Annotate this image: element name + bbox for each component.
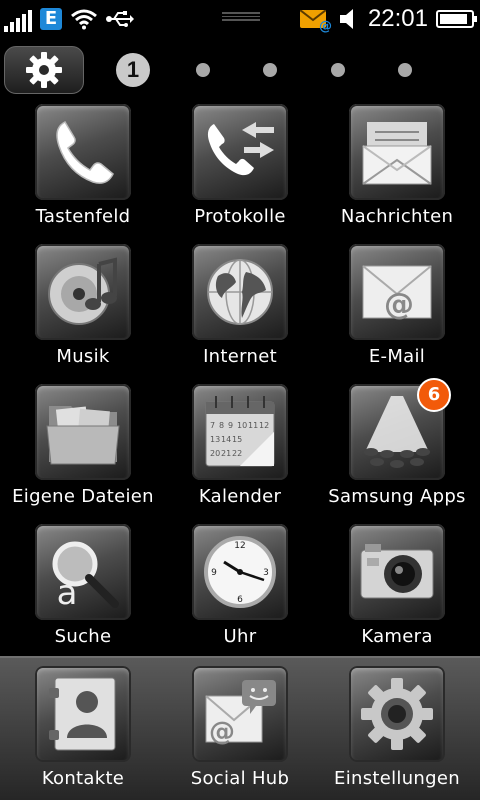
svg-text:3: 3: [263, 568, 269, 578]
app-protokolle[interactable]: Protokolle: [160, 104, 320, 227]
camera-icon: [360, 544, 434, 599]
svg-text:@: @: [384, 287, 414, 322]
svg-text:10: 10: [237, 421, 247, 430]
app-label: E-Mail: [368, 346, 426, 367]
clock-icon: 12 3 6 9: [204, 536, 276, 608]
svg-text:7: 7: [210, 421, 215, 430]
svg-text:12: 12: [234, 541, 245, 551]
svg-text:8: 8: [219, 421, 224, 430]
email-notification-icon: @: [299, 8, 332, 34]
page-indicator-dot[interactable]: [331, 63, 345, 77]
email-icon: @: [362, 265, 432, 322]
app-kalender[interactable]: 789 10 11 12 13 14 15 20 21 22 Kalender: [160, 384, 320, 507]
page-indicator-dot[interactable]: [196, 63, 210, 77]
svg-text:a: a: [57, 573, 78, 612]
globe-icon: [207, 259, 273, 325]
svg-text:9: 9: [211, 568, 217, 578]
social-hub-icon: @: [205, 680, 276, 747]
notification-drag-handle[interactable]: [222, 12, 260, 21]
app-label: Samsung Apps: [328, 486, 466, 507]
app-nachrichten[interactable]: Nachrichten: [317, 104, 477, 227]
app-tastenfeld[interactable]: Tastenfeld: [3, 104, 163, 227]
contacts-icon: [49, 677, 116, 751]
app-e-mail[interactable]: @ E-Mail: [317, 244, 477, 367]
app-musik[interactable]: Musik: [3, 244, 163, 367]
svg-text:13: 13: [210, 435, 220, 444]
volume-icon: [339, 9, 353, 29]
settings-icon: [361, 678, 433, 750]
app-label: Einstellungen: [334, 768, 460, 789]
dock: Kontakte @ Social Hub Einstellungen: [0, 656, 480, 800]
page-indicator-current[interactable]: 1: [116, 53, 150, 87]
svg-text:6: 6: [237, 595, 243, 605]
status-bar[interactable]: E @ 22:01: [0, 0, 480, 38]
app-label: Kalender: [198, 486, 282, 507]
messages-icon: [362, 122, 432, 185]
app-eigene-dateien[interactable]: Eigene Dateien: [3, 384, 163, 507]
app-label: Tastenfeld: [35, 206, 131, 227]
signal-icon: [4, 10, 32, 32]
svg-text:11: 11: [248, 421, 258, 430]
app-label: Kontakte: [41, 768, 125, 789]
usb-icon: [106, 11, 134, 27]
phone-icon: [56, 121, 114, 184]
music-icon: [48, 257, 117, 325]
gear-icon: [26, 52, 62, 88]
edge-network-icon: E: [40, 8, 62, 30]
app-kamera[interactable]: Kamera: [317, 524, 477, 647]
folder-icon: [46, 406, 120, 465]
page-indicator-dot[interactable]: [398, 63, 412, 77]
dock-app-einstellungen[interactable]: Einstellungen: [317, 666, 477, 789]
app-samsung-apps[interactable]: 6 Samsung Apps: [317, 378, 477, 507]
app-suche[interactable]: a Suche: [3, 524, 163, 647]
svg-text:20: 20: [210, 449, 220, 458]
app-label: Suche: [54, 626, 112, 647]
svg-text:9: 9: [228, 421, 233, 430]
dock-app-social-hub[interactable]: @ Social Hub: [160, 666, 320, 789]
page-indicator-dot[interactable]: [263, 63, 277, 77]
app-internet[interactable]: Internet: [160, 244, 320, 367]
app-label: Musik: [56, 346, 110, 367]
app-uhr[interactable]: 12 3 6 9 Uhr: [160, 524, 320, 647]
call-log-icon: [207, 122, 274, 176]
wifi-icon: [71, 9, 97, 30]
app-label: Uhr: [223, 626, 257, 647]
app-label: Protokolle: [194, 206, 286, 227]
clock-text: 22:01: [367, 5, 428, 32]
battery-icon: [436, 10, 477, 28]
app-label: Kamera: [361, 626, 433, 647]
calendar-icon: 789 10 11 12 13 14 15 20 21 22: [205, 396, 275, 467]
svg-text:15: 15: [232, 435, 242, 444]
app-label: Eigene Dateien: [12, 486, 154, 507]
notification-badge: 6: [417, 378, 451, 412]
svg-text:22: 22: [232, 449, 242, 458]
svg-text:@: @: [209, 717, 235, 747]
app-label: Internet: [203, 346, 277, 367]
app-label: Nachrichten: [340, 206, 454, 227]
home-settings-button[interactable]: [4, 46, 84, 94]
dock-app-kontakte[interactable]: Kontakte: [3, 666, 163, 789]
search-icon: a: [52, 541, 119, 612]
svg-text:14: 14: [221, 435, 231, 444]
page-indicator[interactable]: 1: [116, 53, 416, 87]
svg-text:12: 12: [259, 421, 269, 430]
svg-text:21: 21: [221, 449, 231, 458]
app-label: Social Hub: [190, 768, 290, 789]
